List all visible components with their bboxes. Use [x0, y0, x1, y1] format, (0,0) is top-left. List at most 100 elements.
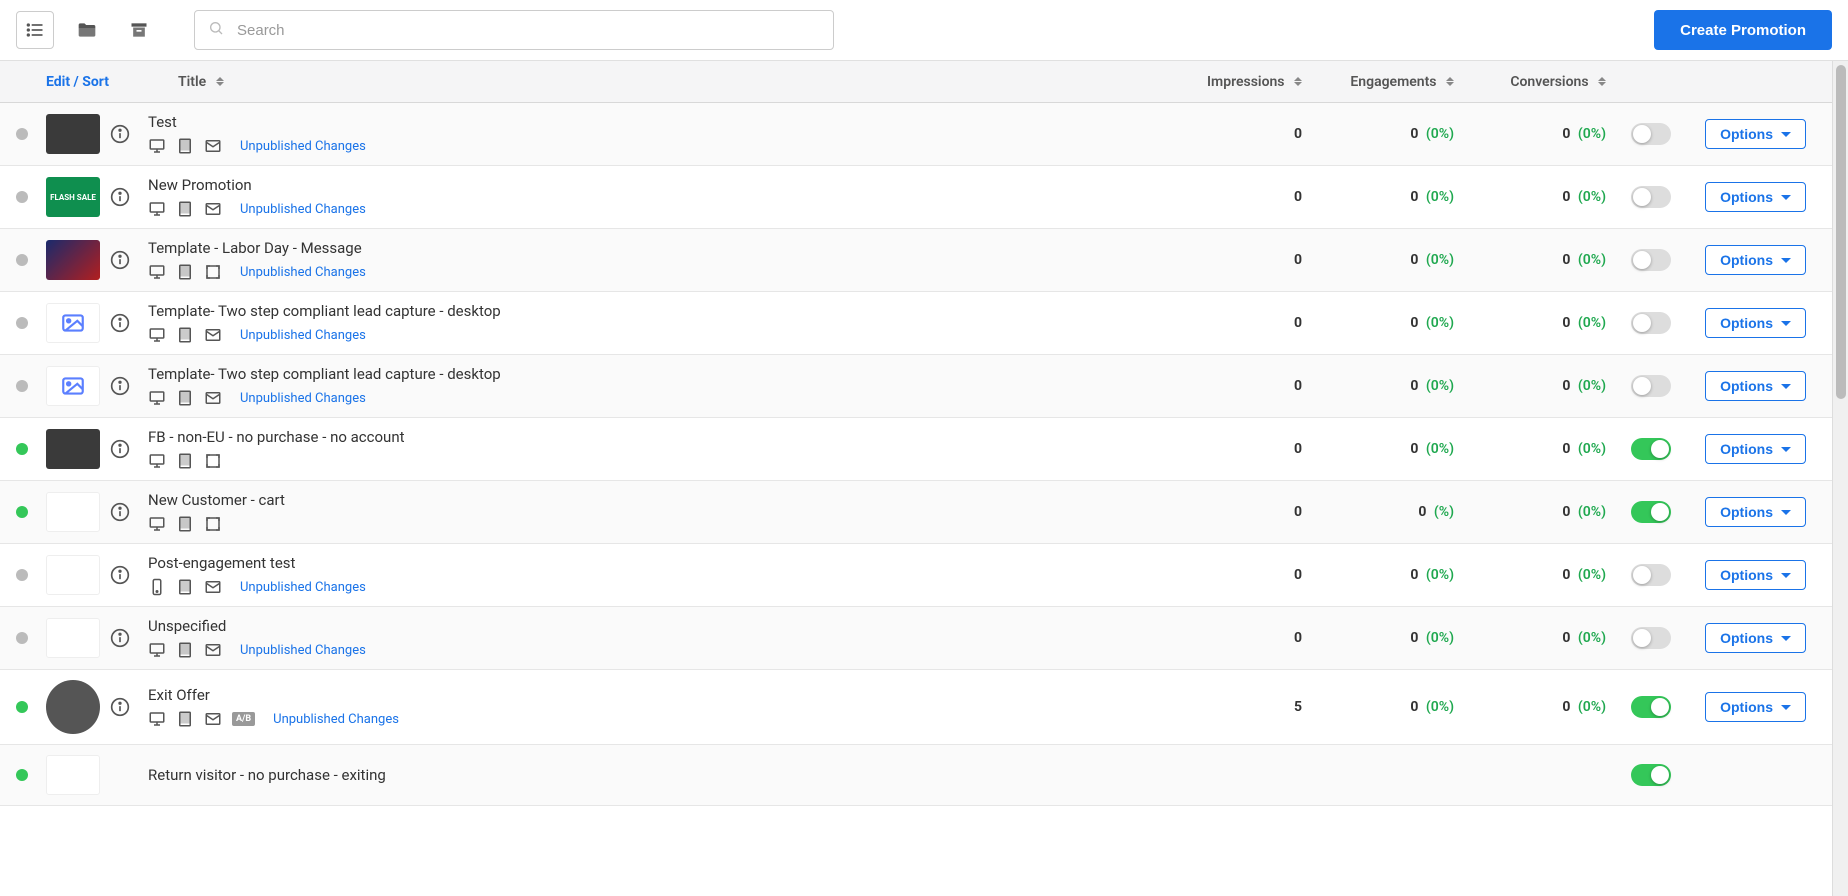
- mail-icon: [204, 710, 222, 728]
- tablet-icon: [176, 578, 194, 596]
- active-toggle[interactable]: [1631, 249, 1671, 271]
- mail-icon: [204, 326, 222, 344]
- mobile-icon: [148, 578, 166, 596]
- promotion-thumbnail[interactable]: [46, 303, 100, 343]
- device-badges: [148, 452, 1150, 470]
- info-button[interactable]: [106, 561, 134, 589]
- caret-down-icon: [1781, 510, 1791, 515]
- unpublished-changes-link[interactable]: Unpublished Changes: [240, 391, 366, 406]
- impressions-cell: 0: [1150, 630, 1302, 646]
- search-input[interactable]: [194, 10, 834, 50]
- caret-down-icon: [1781, 321, 1791, 326]
- table-row: Template- Two step compliant lead captur…: [0, 355, 1832, 418]
- options-button[interactable]: Options: [1705, 623, 1806, 653]
- promotion-title[interactable]: Template - Labor Day - Message: [148, 239, 1150, 257]
- impressions-cell: 0: [1150, 567, 1302, 583]
- mail-icon: [204, 641, 222, 659]
- promotion-thumbnail[interactable]: [46, 429, 100, 469]
- promotion-title[interactable]: Unspecified: [148, 617, 1150, 635]
- active-toggle[interactable]: [1631, 312, 1671, 334]
- info-button[interactable]: [106, 498, 134, 526]
- promotion-thumbnail[interactable]: [46, 492, 100, 532]
- status-dot: [16, 380, 28, 392]
- impressions-header[interactable]: Impressions: [1150, 74, 1302, 90]
- caret-down-icon: [1781, 384, 1791, 389]
- info-button[interactable]: [106, 693, 134, 721]
- promotion-thumbnail[interactable]: [46, 618, 100, 658]
- promotion-title[interactable]: Test: [148, 113, 1150, 131]
- conversions-header[interactable]: Conversions: [1454, 74, 1606, 90]
- promotion-thumbnail[interactable]: [46, 240, 100, 280]
- options-label: Options: [1720, 699, 1773, 715]
- active-toggle[interactable]: [1631, 438, 1671, 460]
- archive-view-button[interactable]: [120, 11, 158, 49]
- promotion-title[interactable]: New Customer - cart: [148, 491, 1150, 509]
- tablet-icon: [176, 515, 194, 533]
- promotion-thumbnail[interactable]: [46, 680, 100, 734]
- unpublished-changes-link[interactable]: Unpublished Changes: [240, 202, 366, 217]
- unpublished-changes-link[interactable]: Unpublished Changes: [240, 643, 366, 658]
- unpublished-changes-link[interactable]: Unpublished Changes: [240, 139, 366, 154]
- conversions-cell: 0 (0%): [1454, 378, 1606, 394]
- options-button[interactable]: Options: [1705, 245, 1806, 275]
- engagements-cell: 0 (0%): [1302, 315, 1454, 331]
- status-dot: [16, 506, 28, 518]
- active-toggle[interactable]: [1631, 123, 1671, 145]
- promotion-title[interactable]: Post-engagement test: [148, 554, 1150, 572]
- options-button[interactable]: Options: [1705, 119, 1806, 149]
- promotion-thumbnail[interactable]: FLASH SALE: [46, 177, 100, 217]
- active-toggle[interactable]: [1631, 627, 1671, 649]
- active-toggle[interactable]: [1631, 564, 1671, 586]
- active-toggle[interactable]: [1631, 375, 1671, 397]
- unpublished-changes-link[interactable]: Unpublished Changes: [240, 328, 366, 343]
- active-toggle[interactable]: [1631, 764, 1671, 786]
- options-button[interactable]: Options: [1705, 308, 1806, 338]
- title-header[interactable]: Title: [178, 74, 1150, 90]
- edit-sort-header[interactable]: Edit / Sort: [46, 74, 178, 90]
- info-button[interactable]: [106, 624, 134, 652]
- scrollbar[interactable]: [1832, 61, 1848, 896]
- info-button[interactable]: [106, 120, 134, 148]
- info-button[interactable]: [106, 183, 134, 211]
- promotion-title[interactable]: Template- Two step compliant lead captur…: [148, 302, 1150, 320]
- promotion-thumbnail[interactable]: [46, 555, 100, 595]
- status-dot: [16, 769, 28, 781]
- list-view-button[interactable]: [16, 11, 54, 49]
- active-toggle[interactable]: [1631, 186, 1671, 208]
- active-toggle[interactable]: [1631, 501, 1671, 523]
- caret-down-icon: [1781, 258, 1791, 263]
- device-badges: Unpublished Changes: [148, 263, 1150, 281]
- promotion-title[interactable]: Return visitor - no purchase - exiting: [148, 766, 1150, 784]
- engagements-header[interactable]: Engagements: [1302, 74, 1454, 90]
- options-label: Options: [1720, 378, 1773, 394]
- unpublished-changes-link[interactable]: Unpublished Changes: [273, 712, 399, 727]
- folder-view-button[interactable]: [68, 11, 106, 49]
- promotion-thumbnail[interactable]: [46, 755, 100, 795]
- info-button[interactable]: [106, 309, 134, 337]
- engagements-cell: 0 (0%): [1302, 189, 1454, 205]
- options-button[interactable]: Options: [1705, 434, 1806, 464]
- promotion-title[interactable]: Template- Two step compliant lead captur…: [148, 365, 1150, 383]
- promotion-title[interactable]: Exit Offer: [148, 686, 1150, 704]
- options-button[interactable]: Options: [1705, 182, 1806, 212]
- options-button[interactable]: Options: [1705, 692, 1806, 722]
- unpublished-changes-link[interactable]: Unpublished Changes: [240, 580, 366, 595]
- active-toggle[interactable]: [1631, 696, 1671, 718]
- toolbar: Create Promotion: [0, 0, 1848, 61]
- create-promotion-button[interactable]: Create Promotion: [1654, 10, 1832, 50]
- desktop-icon: [148, 200, 166, 218]
- sort-icon: [216, 77, 224, 86]
- info-button[interactable]: [106, 435, 134, 463]
- impressions-cell: 0: [1150, 504, 1302, 520]
- unpublished-changes-link[interactable]: Unpublished Changes: [240, 265, 366, 280]
- promotion-thumbnail[interactable]: [46, 114, 100, 154]
- info-button[interactable]: [106, 372, 134, 400]
- promotion-title[interactable]: New Promotion: [148, 176, 1150, 194]
- options-button[interactable]: Options: [1705, 497, 1806, 527]
- promotion-title[interactable]: FB - non-EU - no purchase - no account: [148, 428, 1150, 446]
- options-button[interactable]: Options: [1705, 371, 1806, 401]
- info-button[interactable]: [106, 246, 134, 274]
- promotion-thumbnail[interactable]: [46, 366, 100, 406]
- options-button[interactable]: Options: [1705, 560, 1806, 590]
- status-dot: [16, 317, 28, 329]
